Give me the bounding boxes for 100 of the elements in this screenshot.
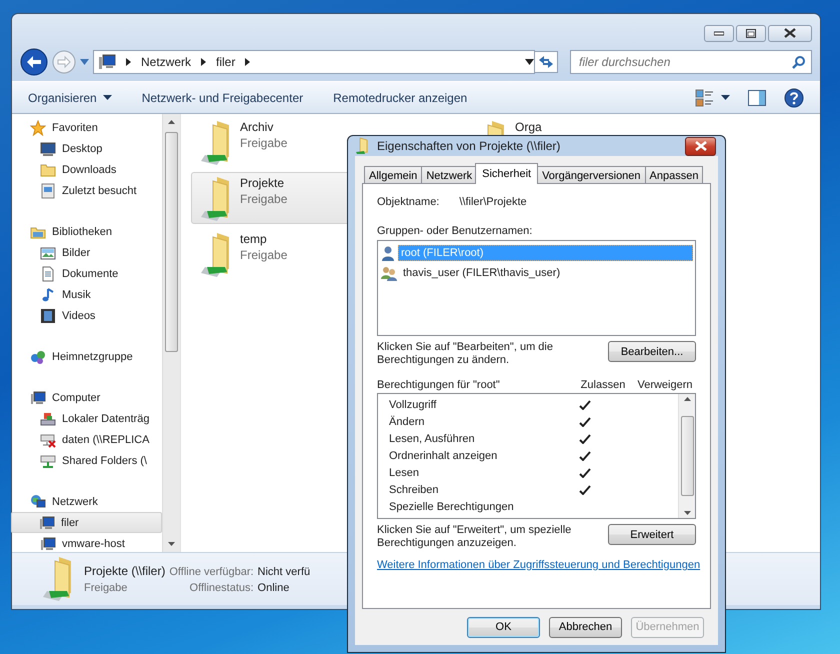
nav-item[interactable]: Zuletzt besucht: [12, 180, 162, 201]
permission-name: Ordnerinhalt anzeigen: [389, 450, 498, 462]
nav-item[interactable]: Dokumente: [12, 263, 162, 284]
nav-item[interactable]: Videos: [12, 305, 162, 326]
chevron-icon: [201, 58, 206, 66]
share-type: Freigabe: [240, 136, 288, 150]
tab[interactable]: Vorgängerversionen: [537, 166, 646, 184]
music-note-icon: [40, 286, 56, 302]
dropdown-arrow-icon: [102, 95, 112, 100]
disconnected-drive-icon: [40, 432, 56, 448]
nav-item[interactable]: Shared Folders (\: [12, 450, 162, 471]
close-button[interactable]: [768, 24, 812, 42]
edit-button[interactable]: Bearbeiten...: [608, 341, 696, 362]
nav-group-header[interactable]: Netzwerk: [12, 491, 162, 512]
user-list[interactable]: root (FILER\root) thavis_user (FILER\thavis_user): [377, 240, 696, 336]
permission-name: Schreiben: [389, 484, 440, 496]
shared-folder-icon: [200, 120, 230, 166]
film-strip-icon: [40, 308, 56, 324]
tab[interactable]: Anpassen: [644, 166, 704, 184]
shared-folder-icon: [42, 556, 72, 602]
minimize-button[interactable]: [704, 24, 734, 42]
computer-icon: [40, 536, 56, 552]
network-drive-icon: [40, 452, 56, 468]
nav-item[interactable]: daten (\\REPLICA: [12, 429, 162, 450]
share-name: temp: [240, 232, 268, 246]
back-button[interactable]: [20, 48, 48, 76]
nav-item[interactable]: Lokaler Datenträg: [12, 408, 162, 429]
field-value: Nicht verfü: [258, 566, 310, 578]
network-icon: [30, 494, 46, 510]
tab[interactable]: Sicherheit: [475, 163, 538, 184]
share-name: Archiv: [240, 120, 274, 134]
item-type: Freigabe: [84, 582, 128, 594]
scroll-down-icon: [168, 542, 175, 546]
toolbar-button[interactable]: Remotedrucker anzeigen: [333, 88, 468, 106]
nav-item[interactable]: Bilder: [12, 242, 162, 263]
user-list-item[interactable]: thavis_user (FILER\thavis_user): [400, 265, 693, 281]
scrollbar[interactable]: [678, 394, 695, 518]
shared-folder-icon: [200, 232, 230, 278]
chevron-icon: [126, 58, 131, 66]
tab[interactable]: Allgemein: [364, 166, 422, 184]
preview-pane-icon[interactable]: [748, 90, 766, 106]
nav-group-header[interactable]: Computer: [12, 387, 162, 408]
share-name: Orga: [515, 120, 542, 134]
share-name: Projekte: [240, 176, 286, 190]
close-button[interactable]: [685, 136, 716, 156]
document-icon: [40, 266, 56, 282]
scrollbar[interactable]: [162, 114, 180, 552]
nav-item[interactable]: Desktop: [12, 138, 162, 159]
organize-menu[interactable]: Organisieren: [28, 88, 112, 106]
permission-name: Vollzugriff: [389, 398, 438, 410]
breadcrumb-item[interactable]: filer: [216, 55, 236, 69]
maximize-button[interactable]: [736, 24, 766, 42]
user-icon: [380, 245, 396, 261]
recent-places-icon: [40, 182, 56, 198]
view-list-icon: [695, 88, 715, 106]
tab[interactable]: Netzwerk: [421, 166, 478, 184]
field-label: Offlinestatus:: [188, 582, 254, 594]
advanced-button[interactable]: Erweitert: [608, 524, 696, 545]
scroll-up-icon: [684, 397, 690, 401]
hint-text: Klicken Sie auf "Erweitert", um spezielle Berechtigungen anzuzeigen.: [377, 524, 572, 550]
field-label: Objektname:: [377, 196, 440, 208]
search-icon: [792, 55, 806, 69]
nav-item[interactable]: Downloads: [12, 159, 162, 180]
nav-group-header[interactable]: Bibliotheken: [12, 221, 162, 242]
refresh-button[interactable]: [534, 51, 558, 73]
nav-group-header[interactable]: Heimnetzgruppe: [12, 346, 162, 367]
dialog-button[interactable]: OK: [467, 616, 540, 638]
permission-list[interactable]: Vollzugriff Ändern Lesen, Ausführen Ordnerinhalt anzeigen Lesen Schreiben Spezielle Berechtigungen: [377, 393, 696, 519]
computer-icon: [98, 54, 116, 70]
column-header: Verweigern: [636, 379, 694, 391]
breadcrumb-item[interactable]: Netzwerk: [141, 55, 192, 69]
star-icon: [30, 120, 46, 136]
share-type: Freigabe: [240, 192, 288, 206]
permission-name: Lesen, Ausführen: [389, 432, 476, 444]
permission-name: Lesen: [389, 466, 420, 478]
dropdown-arrow-icon[interactable]: [525, 59, 534, 65]
dropdown-arrow-icon: [721, 95, 730, 100]
field-label: Berechtigungen für "root": [377, 379, 501, 391]
nav-item[interactable]: vmware-host: [12, 533, 162, 554]
close-icon: [784, 28, 796, 38]
nav-group-header[interactable]: Favoriten: [12, 117, 162, 138]
toolbar-button[interactable]: Netzwerk- und Freigabecenter: [142, 88, 304, 106]
search-field[interactable]: filer durchsuchen: [570, 50, 812, 74]
monitor-icon: [40, 140, 56, 156]
share-type: Freigabe: [240, 248, 288, 262]
nav-item[interactable]: Musik: [12, 284, 162, 305]
scroll-up-icon: [168, 120, 175, 124]
dialog-button[interactable]: Abbrechen: [549, 616, 622, 638]
help-link[interactable]: Weitere Informationen über Zugriffssteuerung und Berechtigungen: [377, 559, 700, 571]
nav-item[interactable]: filer: [11, 512, 162, 533]
dialog-title: Eigenschaften von Projekte (\\filer): [377, 139, 562, 153]
computer-icon: [30, 390, 46, 406]
view-options-button[interactable]: [695, 86, 730, 108]
homegroup-icon: [30, 348, 46, 364]
address-bar[interactable]: Netzwerk filer: [93, 50, 535, 74]
history-dropdown-icon[interactable]: [80, 59, 89, 65]
scroll-down-icon: [684, 511, 690, 515]
help-icon[interactable]: [784, 88, 804, 108]
item-name: Projekte (\\filer): [84, 564, 166, 578]
refresh-arrows-icon: [538, 55, 554, 69]
